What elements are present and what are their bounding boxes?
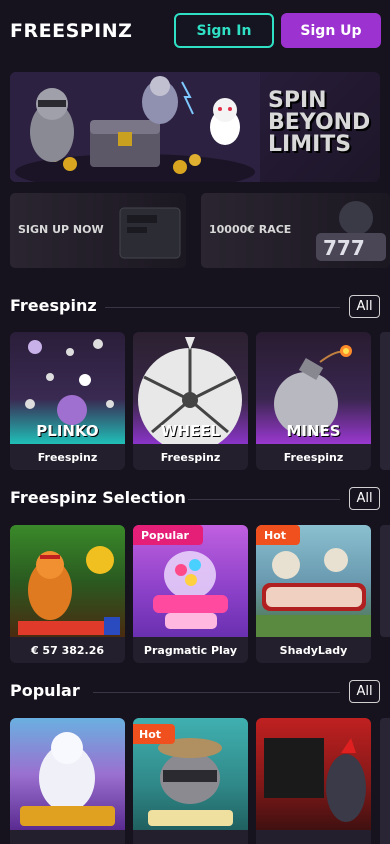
- game-card-wheel[interactable]: WHEEL Freespinz: [133, 332, 248, 470]
- view-all-button[interactable]: All: [349, 295, 380, 318]
- game-card-big-black-cock[interactable]: [256, 718, 371, 844]
- game-title: MINES: [286, 422, 341, 440]
- section-popular-header: Popular All: [10, 680, 380, 705]
- hero-banner[interactable]: SPIN BEYOND LIMITS: [10, 72, 380, 182]
- game-card-le-fisherman[interactable]: Hot: [133, 718, 248, 844]
- game-thumbnail: Hot: [256, 525, 371, 637]
- svg-text:777: 777: [323, 236, 365, 260]
- hot-badge: Hot: [256, 525, 301, 545]
- section-title: Popular: [10, 681, 80, 700]
- game-thumbnail: [10, 718, 125, 830]
- game-card-sugar-rush[interactable]: Popular Pragmatic Play: [133, 525, 248, 663]
- game-thumbnail: WHEEL: [133, 332, 248, 444]
- promo-label: SIGN UP NOW: [18, 223, 104, 236]
- promo-label: 10000€ RACE: [209, 223, 292, 236]
- hero-headline: SPIN BEYOND LIMITS: [268, 88, 371, 157]
- site-logo[interactable]: FREESPINZ: [10, 20, 132, 42]
- section-title: Freespinz: [10, 296, 97, 315]
- sign-in-button[interactable]: Sign In: [174, 13, 274, 48]
- game-thumbnail: Hot: [133, 718, 248, 830]
- game-thumbnail: Popular: [133, 525, 248, 637]
- game-thumbnail: PLINKO: [10, 332, 125, 444]
- hot-badge: Hot: [133, 724, 176, 744]
- header: FREESPINZ Sign In Sign Up: [0, 0, 390, 62]
- game-card-peek[interactable]: [380, 525, 390, 637]
- game-provider: Freespinz: [37, 450, 98, 464]
- section-divider: [105, 307, 340, 308]
- view-all-button[interactable]: All: [349, 487, 380, 510]
- game-provider: ShadyLady: [279, 643, 348, 657]
- game-card-peek[interactable]: [380, 332, 390, 470]
- game-thumbnail: [10, 525, 125, 637]
- promo-sign-up[interactable]: SIGN UP NOW: [10, 193, 186, 268]
- game-card-peek[interactable]: [380, 718, 390, 844]
- fruit-attack-art: [18, 546, 120, 635]
- sign-up-button[interactable]: Sign Up: [281, 13, 381, 48]
- game-provider: Freespinz: [160, 450, 221, 464]
- section-title: Freespinz Selection: [10, 488, 186, 507]
- slot-machine-icon: 777: [316, 201, 386, 261]
- section-divider: [93, 692, 340, 693]
- section-freespinz-header: Freespinz All: [10, 295, 380, 320]
- game-provider: Freespinz: [283, 450, 344, 464]
- game-card-plinko[interactable]: PLINKO Freespinz: [10, 332, 125, 470]
- game-card-mines[interactable]: MINES Freespinz: [256, 332, 371, 470]
- promo-race[interactable]: 777 10000€ RACE: [201, 193, 390, 268]
- game-title: WHEEL: [160, 422, 221, 440]
- safe-icon: [119, 207, 181, 259]
- game-provider: Pragmatic Play: [143, 643, 238, 657]
- section-selection-header: Freespinz Selection All: [10, 487, 380, 512]
- game-card-fruit-attack[interactable]: € 57 382.26: [10, 525, 125, 663]
- game-card-gates-of-olympus[interactable]: [10, 718, 125, 844]
- game-title: PLINKO: [36, 422, 99, 440]
- big-black-cock-art: [264, 738, 366, 822]
- view-all-button[interactable]: All: [349, 680, 380, 703]
- hero-illustration: [10, 72, 260, 182]
- gates-of-olympus-art: [20, 732, 115, 826]
- game-thumbnail: MINES: [256, 332, 371, 444]
- game-card-sheeple[interactable]: Hot ShadyLady: [256, 525, 371, 663]
- game-thumbnail: [256, 718, 371, 830]
- game-jackpot-amount: € 57 382.26: [30, 643, 105, 657]
- popular-badge: Popular: [133, 525, 203, 545]
- section-divider: [188, 499, 340, 500]
